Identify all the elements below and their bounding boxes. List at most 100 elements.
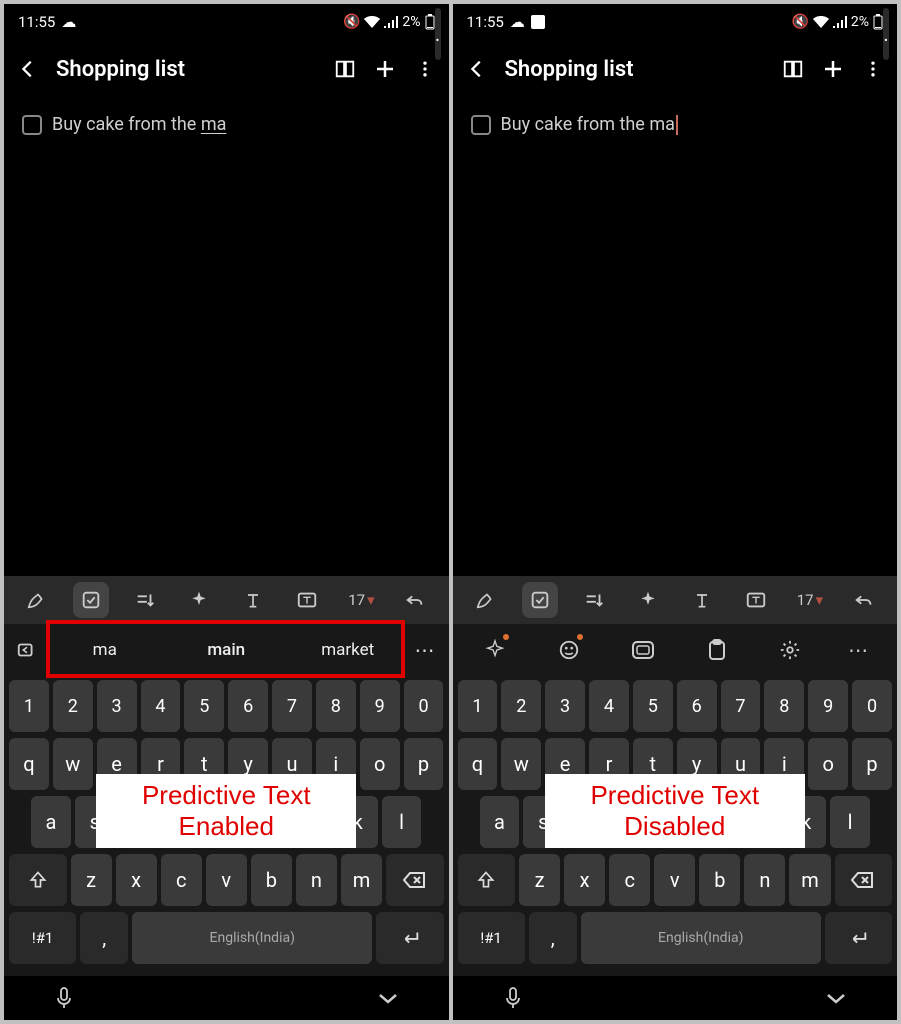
key-m[interactable]: m: [341, 854, 382, 906]
key-2[interactable]: 2: [53, 680, 93, 732]
key-c[interactable]: c: [609, 854, 650, 906]
key-enter[interactable]: [825, 912, 892, 964]
key-4[interactable]: 4: [589, 680, 629, 732]
key-backspace[interactable]: [386, 854, 444, 906]
pen-icon[interactable]: [468, 582, 504, 618]
key-6[interactable]: 6: [677, 680, 717, 732]
key-x[interactable]: x: [564, 854, 605, 906]
key-p[interactable]: p: [852, 738, 892, 790]
collapse-icon[interactable]: [377, 991, 399, 1005]
back-icon[interactable]: [465, 58, 489, 80]
key-2[interactable]: 2: [501, 680, 541, 732]
textformat-icon[interactable]: [127, 582, 163, 618]
key-period[interactable]: .: [883, 8, 889, 60]
add-icon[interactable]: [373, 57, 397, 81]
key-9[interactable]: 9: [808, 680, 848, 732]
key-3[interactable]: 3: [545, 680, 585, 732]
key-space[interactable]: English(India): [581, 912, 821, 964]
key-7[interactable]: 7: [721, 680, 761, 732]
key-1[interactable]: 1: [458, 680, 498, 732]
key-a[interactable]: a: [31, 796, 71, 848]
reader-icon[interactable]: [781, 58, 805, 80]
checkbox[interactable]: [471, 115, 491, 135]
sparkle-icon[interactable]: [181, 582, 217, 618]
key-shift[interactable]: [9, 854, 67, 906]
textstyle-icon[interactable]: [684, 582, 720, 618]
hide-suggestions-icon[interactable]: [10, 633, 44, 667]
key-l[interactable]: l: [382, 796, 422, 848]
undo-icon[interactable]: [397, 582, 433, 618]
reader-icon[interactable]: [333, 58, 357, 80]
key-v[interactable]: v: [654, 854, 695, 906]
suggestion-2[interactable]: main: [166, 624, 288, 676]
more-suggestions-icon[interactable]: ⋯: [409, 633, 443, 667]
key-c[interactable]: c: [161, 854, 202, 906]
key-8[interactable]: 8: [316, 680, 356, 732]
key-x[interactable]: x: [116, 854, 157, 906]
more-shortcuts-icon[interactable]: ⋯: [842, 633, 876, 667]
key-z[interactable]: z: [519, 854, 560, 906]
key-a[interactable]: a: [480, 796, 520, 848]
note-content[interactable]: Buy cake from the ma: [4, 98, 449, 576]
mic-icon[interactable]: [503, 986, 523, 1010]
key-comma[interactable]: ,: [80, 912, 128, 964]
collapse-icon[interactable]: [825, 991, 847, 1005]
key-o[interactable]: o: [360, 738, 400, 790]
checklist-icon[interactable]: [522, 582, 558, 618]
key-5[interactable]: 5: [184, 680, 224, 732]
key-3[interactable]: 3: [97, 680, 137, 732]
key-backspace[interactable]: [835, 854, 893, 906]
fontsize-selector[interactable]: 17▾: [343, 582, 379, 618]
more-icon[interactable]: [413, 59, 437, 79]
textbox-icon[interactable]: [289, 582, 325, 618]
key-period[interactable]: .: [435, 8, 441, 60]
key-b[interactable]: b: [251, 854, 292, 906]
note-content[interactable]: Buy cake from the ma: [453, 98, 898, 576]
key-comma[interactable]: ,: [529, 912, 577, 964]
key-shift[interactable]: [458, 854, 516, 906]
back-icon[interactable]: [16, 58, 40, 80]
key-l[interactable]: l: [830, 796, 870, 848]
settings-icon[interactable]: [768, 630, 812, 670]
key-4[interactable]: 4: [141, 680, 181, 732]
key-o[interactable]: o: [808, 738, 848, 790]
checklist-icon[interactable]: [73, 582, 109, 618]
add-icon[interactable]: [821, 57, 845, 81]
key-6[interactable]: 6: [228, 680, 268, 732]
key-n[interactable]: n: [744, 854, 785, 906]
key-9[interactable]: 9: [360, 680, 400, 732]
key-q[interactable]: q: [458, 738, 498, 790]
key-n[interactable]: n: [296, 854, 337, 906]
ai-sparkle-icon[interactable]: [473, 630, 517, 670]
more-icon[interactable]: [861, 59, 885, 79]
undo-icon[interactable]: [846, 582, 882, 618]
key-b[interactable]: b: [699, 854, 740, 906]
mic-icon[interactable]: [54, 986, 74, 1010]
key-5[interactable]: 5: [633, 680, 673, 732]
suggestion-3[interactable]: market: [287, 624, 409, 676]
key-7[interactable]: 7: [272, 680, 312, 732]
key-1[interactable]: 1: [9, 680, 49, 732]
pen-icon[interactable]: [19, 582, 55, 618]
key-m[interactable]: m: [789, 854, 830, 906]
sparkle-icon[interactable]: [630, 582, 666, 618]
gif-icon[interactable]: [621, 630, 665, 670]
key-enter[interactable]: [376, 912, 443, 964]
key-8[interactable]: 8: [764, 680, 804, 732]
emoji-icon[interactable]: [547, 630, 591, 670]
suggestion-1[interactable]: ma: [44, 624, 166, 676]
fontsize-selector[interactable]: 17▾: [792, 582, 828, 618]
key-symbols[interactable]: !#1: [9, 912, 76, 964]
key-w[interactable]: w: [53, 738, 93, 790]
key-q[interactable]: q: [9, 738, 49, 790]
key-0[interactable]: 0: [852, 680, 892, 732]
key-w[interactable]: w: [501, 738, 541, 790]
key-v[interactable]: v: [206, 854, 247, 906]
textstyle-icon[interactable]: [235, 582, 271, 618]
key-z[interactable]: z: [71, 854, 112, 906]
key-p[interactable]: p: [404, 738, 444, 790]
clipboard-icon[interactable]: [695, 630, 739, 670]
key-0[interactable]: 0: [404, 680, 444, 732]
checkbox[interactable]: [22, 115, 42, 135]
key-space[interactable]: English(India): [132, 912, 372, 964]
